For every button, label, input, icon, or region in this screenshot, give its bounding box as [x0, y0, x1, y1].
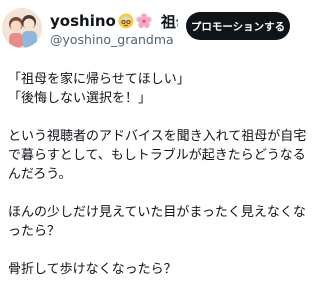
cherry-blossom-icon [136, 13, 152, 29]
post-line: 「祖母を家に帰らせてほしい」 [8, 72, 190, 87]
name-row[interactable]: yoshino 祖母... [50, 11, 178, 31]
post-text: 「祖母を家に帰らせてほしい」 「後悔しない選択を！」 という視聴者のアドバイスを… [8, 70, 307, 279]
post-line: で暮らすとして、もしトラブルが起きたらどうなる [8, 148, 306, 163]
promote-button[interactable]: プロモーションする [186, 12, 290, 40]
post-line: 「後悔しない選択を！」 [8, 91, 152, 106]
post-line: ほんの少しだけ見えていた目がまったく見えなくな [8, 205, 306, 220]
display-name[interactable]: yoshino [50, 12, 116, 30]
display-name-rest[interactable]: 祖母... [161, 11, 178, 31]
post-header: yoshino 祖母... [0, 0, 300, 60]
post-line: 骨折して歩けなくなったら？ [8, 262, 177, 277]
grandmother-emoji-icon [118, 13, 134, 29]
user-handle[interactable]: @yoshino_grandma [50, 32, 174, 47]
post-blank-line [8, 108, 298, 127]
post-blank-line [8, 184, 298, 203]
post-line: んだろう。 [8, 167, 72, 182]
post-line: ったら？ [8, 224, 61, 239]
post-blank-line [8, 241, 298, 260]
avatar[interactable] [2, 8, 42, 48]
post-line: という視聴者のアドバイスを聞き入れて祖母が自宅 [8, 129, 307, 144]
